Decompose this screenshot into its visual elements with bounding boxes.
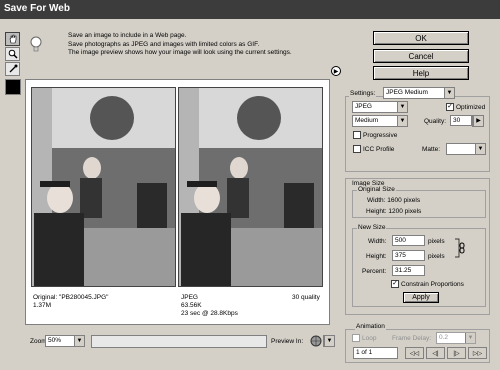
info-line-1: Save an image to include in a Web page.: [68, 32, 187, 39]
zoom-value: 50%: [48, 337, 62, 344]
optimized-quality-text: 30 quality: [292, 294, 320, 301]
status-field: [91, 335, 267, 348]
chevron-down-icon: ▼: [324, 336, 334, 346]
progressive-label: Progressive: [363, 132, 398, 139]
new-height-input[interactable]: 375: [392, 250, 425, 261]
help-button[interactable]: Help: [373, 66, 469, 80]
window-title: Save For Web: [4, 3, 70, 14]
original-filesize: 1.37M: [33, 302, 52, 309]
original-filename: Original: "PB280045.JPG": [33, 294, 109, 301]
optimized-checkbox[interactable]: ✓: [446, 103, 454, 111]
loop-checkbox[interactable]: [352, 334, 360, 342]
preview-in-select[interactable]: ▼: [323, 335, 335, 347]
original-image: [31, 87, 176, 287]
lightbulb-icon: [29, 36, 43, 54]
optimized-caption: JPEG 63.56K 23 sec @ 28.8Kbps: [181, 294, 238, 318]
optimized-download-time: 23 sec @ 28.8Kbps: [181, 310, 238, 317]
optimized-filesize: 63.56K: [181, 302, 202, 309]
cancel-button[interactable]: Cancel: [373, 49, 469, 63]
chevron-down-icon: ▼: [475, 144, 485, 154]
info-text: Save an image to include in a Web page. …: [68, 32, 373, 62]
percent-label: Percent:: [362, 268, 387, 275]
progressive-checkbox[interactable]: [353, 131, 361, 139]
settings-preset-select[interactable]: JPEG Medium ▼: [383, 87, 455, 99]
chevron-down-icon: ▼: [397, 102, 407, 112]
zoom-select[interactable]: 50% ▼: [45, 335, 85, 347]
quality-label: Quality:: [424, 118, 447, 125]
chevron-down-icon: ▶: [473, 116, 483, 126]
quality-slider-toggle[interactable]: ▶: [472, 115, 484, 127]
frame-counter: 1 of 1: [353, 347, 398, 359]
chevron-down-icon: ▼: [74, 336, 84, 346]
previous-frame-icon[interactable]: ◁|: [426, 347, 445, 359]
ok-button[interactable]: OK: [373, 31, 469, 45]
settings-preset-value: JPEG Medium: [386, 89, 428, 96]
original-height-text: Height: 1200 pixels: [366, 208, 422, 215]
loop-label: Loop: [362, 335, 377, 342]
icc-profile-label: ICC Profile: [363, 146, 395, 153]
chevron-down-icon: ▼: [397, 116, 407, 126]
original-size-title: Original Size: [357, 186, 396, 193]
preview-in-label: Preview In:: [271, 338, 304, 345]
frame-delay-value: 0.2: [439, 334, 449, 341]
info-line-3: The image preview shows how your image w…: [68, 49, 292, 56]
original-width-text: Width: 1600 pixels: [367, 197, 421, 204]
new-size-title: New Size: [357, 224, 387, 231]
new-height-label: Height:: [366, 253, 387, 260]
format-select[interactable]: JPEG ▼: [352, 101, 408, 113]
eyedropper-icon[interactable]: [5, 62, 20, 76]
chevron-down-icon: ▼: [465, 333, 475, 343]
new-width-input[interactable]: 500: [392, 235, 425, 246]
browser-icon[interactable]: [310, 335, 322, 347]
chain-link-icon: [455, 236, 465, 260]
optimized-image: [178, 87, 323, 287]
optimized-format: JPEG: [181, 294, 198, 301]
constrain-proportions-checkbox[interactable]: ✓: [391, 280, 399, 288]
frame-delay-select[interactable]: 0.2 ▼: [436, 332, 476, 344]
format-value: JPEG: [355, 103, 372, 110]
first-frame-icon[interactable]: ◁◁: [405, 347, 424, 359]
icc-profile-checkbox[interactable]: [353, 145, 361, 153]
percent-input[interactable]: 31.25: [392, 265, 425, 276]
optimized-label: Optimized: [456, 104, 486, 111]
matte-label: Matte:: [422, 146, 441, 153]
apply-button[interactable]: Apply: [403, 292, 439, 303]
settings-label: Settings:: [349, 90, 377, 97]
title-bar: Save For Web: [0, 0, 500, 19]
frame-delay-label: Frame Delay:: [392, 335, 432, 342]
optimize-menu-arrow-icon[interactable]: ▶: [331, 66, 341, 76]
eyedropper-color-swatch[interactable]: [5, 79, 21, 95]
quality-input[interactable]: 30: [450, 115, 472, 126]
animation-title: Animation: [355, 323, 386, 330]
info-line-2: Save photographs as JPEG and images with…: [68, 40, 260, 48]
chevron-down-icon: ▼: [444, 88, 454, 98]
matte-select[interactable]: ▼: [446, 143, 486, 155]
next-frame-icon[interactable]: |▷: [447, 347, 466, 359]
compression-value: Medium: [355, 117, 379, 124]
new-width-label: Width:: [368, 238, 387, 245]
compression-select[interactable]: Medium ▼: [352, 115, 408, 127]
last-frame-icon[interactable]: ▷▷: [468, 347, 487, 359]
width-unit-label: pixels: [428, 238, 445, 245]
hand-icon[interactable]: [5, 32, 20, 46]
height-unit-label: pixels: [428, 253, 445, 260]
constrain-proportions-label: Constrain Proportions: [401, 281, 464, 288]
original-caption: Original: "PB280045.JPG" 1.37M: [33, 294, 108, 310]
zoom-icon[interactable]: [5, 47, 20, 61]
